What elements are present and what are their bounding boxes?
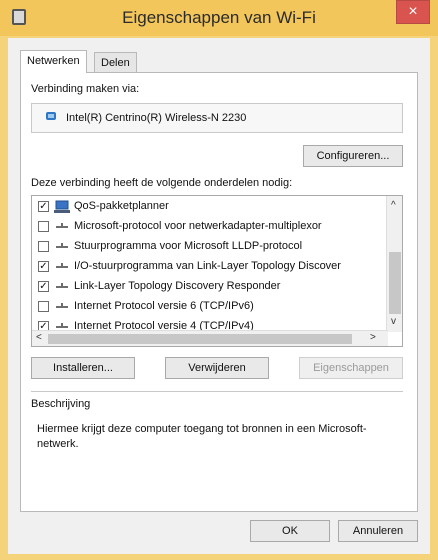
adapter-box: Intel(R) Centrino(R) Wireless-N 2230 [31, 103, 403, 133]
list-item[interactable]: ✓ I/O-stuurprogramma van Link-Layer Topo… [32, 258, 384, 278]
connect-label: Verbinding maken via: [31, 83, 140, 95]
tab-delen[interactable]: Delen [94, 52, 137, 73]
component-checkbox[interactable]: ✓ [38, 281, 49, 292]
horizontal-scrollbar[interactable]: < > [32, 330, 388, 346]
cancel-button[interactable]: Annuleren [338, 520, 418, 542]
dialog-client: Netwerken Delen Verbinding maken via: In… [8, 38, 430, 554]
properties-button[interactable]: Eigenschappen [299, 357, 403, 379]
ok-button[interactable]: OK [250, 520, 330, 542]
close-button[interactable]: × [396, 0, 430, 24]
components-list[interactable]: ✓ QoS-pakketplanner Microsoft-protocol v… [31, 195, 403, 347]
scroll-down-arrow[interactable]: v [391, 316, 396, 327]
component-label: I/O-stuurprogramma van Link-Layer Topolo… [74, 260, 341, 272]
list-item[interactable]: ✓ Link-Layer Topology Discovery Responde… [32, 278, 384, 298]
scroll-left-arrow[interactable]: < [36, 332, 42, 343]
component-label: Microsoft-protocol voor netwerkadapter-m… [74, 220, 322, 232]
tab-netwerken[interactable]: Netwerken [20, 50, 87, 73]
scroll-up-arrow[interactable]: ^ [391, 200, 396, 211]
list-item[interactable]: Microsoft-protocol voor netwerkadapter-m… [32, 218, 384, 238]
description-text: Hiermee krijgt deze computer toegang tot… [37, 423, 367, 450]
description-group: Beschrijving Hiermee krijgt deze compute… [31, 391, 403, 491]
component-label: Stuurprogramma voor Microsoft LLDP-proto… [74, 240, 303, 252]
component-checkbox[interactable]: ✓ [38, 201, 49, 212]
component-label: Internet Protocol versie 6 (TCP/IPv6) [74, 300, 254, 312]
protocol-icon [56, 303, 68, 308]
title-bar[interactable]: Eigenschappen van Wi-Fi × [0, 0, 438, 36]
window-title: Eigenschappen van Wi-Fi [122, 8, 316, 27]
component-label: QoS-pakketplanner [74, 200, 169, 212]
adapter-name: Intel(R) Centrino(R) Wireless-N 2230 [66, 112, 247, 124]
component-checkbox[interactable] [38, 301, 49, 312]
list-item[interactable]: Internet Protocol versie 6 (TCP/IPv6) [32, 298, 384, 318]
qos-icon [54, 200, 70, 213]
protocol-icon [56, 263, 68, 268]
description-heading: Beschrijving [31, 398, 91, 410]
list-item[interactable]: Stuurprogramma voor Microsoft LLDP-proto… [32, 238, 384, 258]
configure-button[interactable]: Configureren... [303, 145, 403, 167]
protocol-icon [56, 283, 68, 288]
component-checkbox[interactable] [38, 221, 49, 232]
tab-panel-netwerken: Verbinding maken via: Intel(R) Centrino(… [20, 72, 418, 512]
horizontal-scroll-thumb[interactable] [48, 334, 352, 344]
components-label: Deze verbinding heeft de volgende onderd… [31, 177, 293, 189]
remove-button[interactable]: Verwijderen [165, 357, 269, 379]
protocol-icon [56, 223, 68, 228]
list-item[interactable]: ✓ QoS-pakketplanner [32, 198, 384, 218]
component-checkbox[interactable]: ✓ [38, 261, 49, 272]
dialog-window: Eigenschappen van Wi-Fi × Netwerken Dele… [0, 0, 438, 560]
scroll-right-arrow[interactable]: > [370, 332, 376, 343]
protocol-icon [56, 243, 68, 248]
vertical-scrollbar[interactable]: ^ v [386, 196, 402, 332]
install-button[interactable]: Installeren... [31, 357, 135, 379]
component-label: Link-Layer Topology Discovery Responder [74, 280, 281, 292]
network-adapter-icon [46, 112, 56, 120]
component-checkbox[interactable] [38, 241, 49, 252]
vertical-scroll-thumb[interactable] [389, 252, 401, 314]
